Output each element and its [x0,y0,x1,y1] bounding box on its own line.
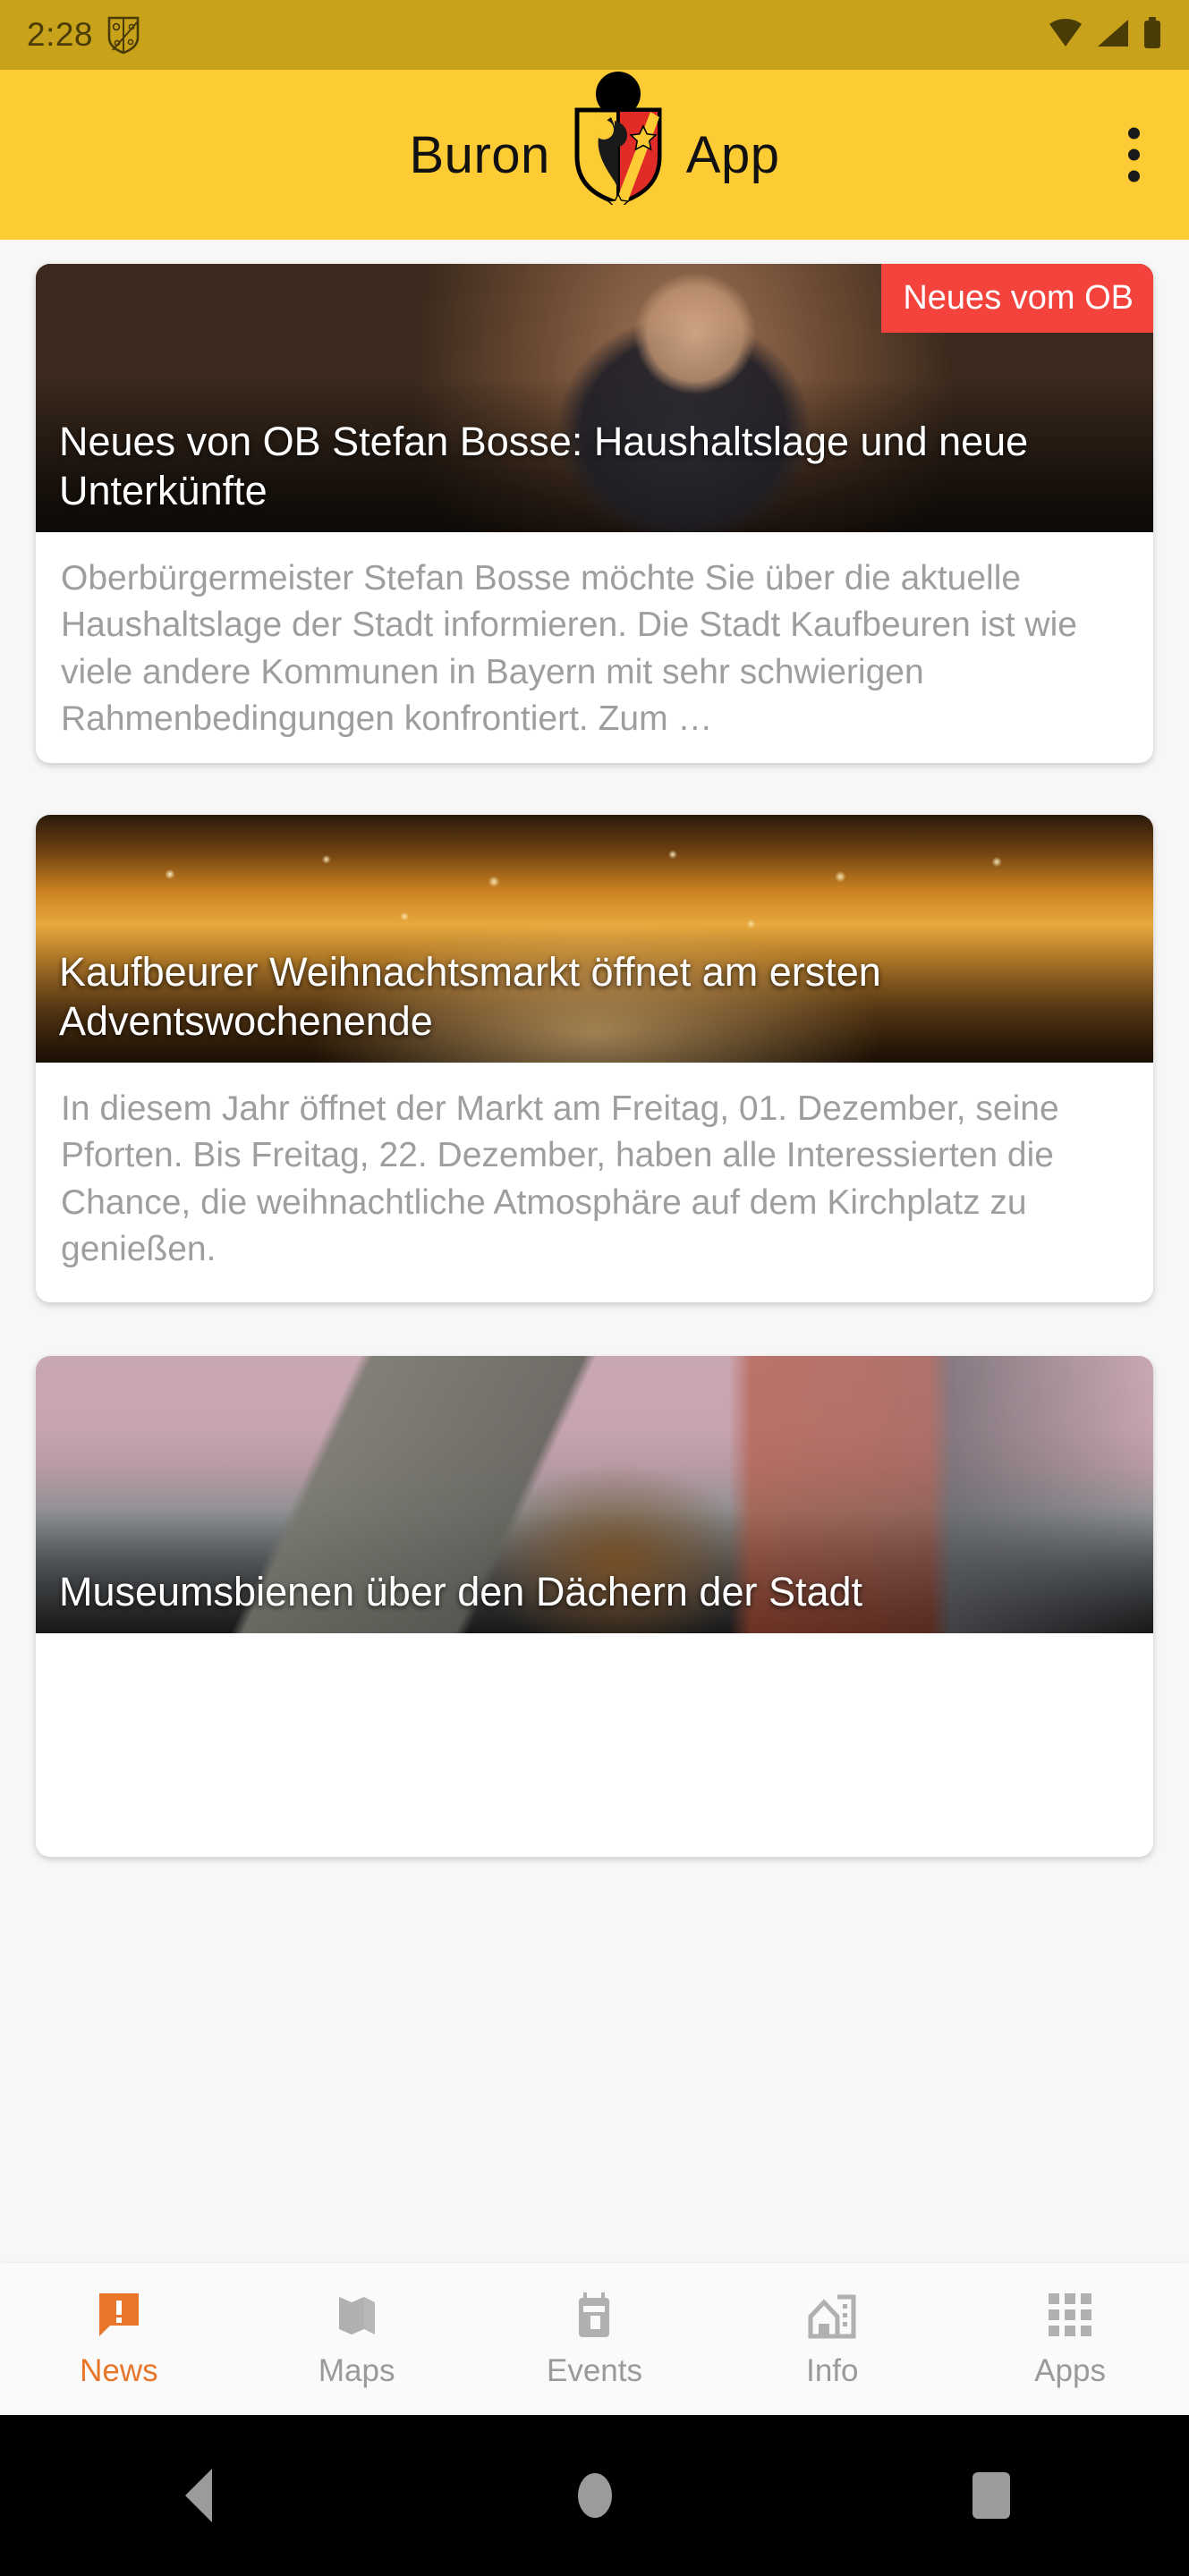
wifi-icon [1048,16,1083,55]
recents-button[interactable] [938,2472,1045,2519]
android-system-nav [0,2415,1189,2576]
status-badge: Neues vom OB [881,264,1153,333]
nav-item-apps[interactable]: Apps [951,2289,1189,2389]
app-title: Buron App [395,72,794,215]
phone-screen: 2:28 Buron App Neues vom OB Neues von OB… [0,0,1189,2576]
more-options-icon[interactable] [1125,127,1142,182]
status-bar: 2:28 [0,0,1189,70]
city-crest-icon [107,16,140,55]
news-card[interactable]: Museumsbienen über den Dächern der Stadt [36,1356,1153,1857]
map-icon [332,2289,382,2341]
app-title-right: App [685,125,780,184]
grid-apps-icon [1047,2289,1093,2341]
kaufbeuren-coat-of-arms-icon [565,71,672,215]
nav-item-info[interactable]: Info [713,2289,951,2389]
nav-label-news: News [80,2353,158,2388]
news-card[interactable]: Kaufbeurer Weihnachtsmarkt öffnet am ers… [36,815,1153,1302]
nav-item-maps[interactable]: Maps [238,2289,476,2389]
city-info-icon [807,2289,857,2341]
news-card-title: Kaufbeurer Weihnachtsmarkt öffnet am ers… [59,949,881,1045]
news-card-hero: Museumsbienen über den Dächern der Stadt [36,1356,1153,1633]
news-card-title: Neues von OB Stefan Bosse: Haushaltslage… [59,419,1029,514]
battery-icon [1142,16,1162,55]
status-bar-left: 2:28 [27,16,140,55]
app-bar: Buron App [0,70,1189,240]
nav-label-maps: Maps [318,2353,395,2388]
status-bar-right [1048,16,1162,55]
nav-label-apps: Apps [1034,2353,1106,2388]
news-card-body: In diesem Jahr öffnet der Markt am Freit… [61,1089,1059,1268]
news-alert-icon [94,2289,144,2341]
news-card-title: Museumsbienen über den Dächern der Stadt [59,1569,863,1615]
nav-label-info: Info [806,2353,859,2388]
news-feed[interactable]: Neues vom OB Neues von OB Stefan Bosse: … [0,240,1189,2263]
bottom-navigation: News Maps Events Info Apps [0,2263,1189,2415]
app-title-left: Buron [409,125,550,184]
news-card-body: Oberbürgermeister Stefan Bosse möchte Si… [61,559,1077,738]
home-button[interactable] [541,2473,649,2518]
signal-icon [1096,16,1130,55]
status-time: 2:28 [27,16,94,53]
calendar-icon [569,2289,619,2341]
nav-item-news[interactable]: News [0,2289,238,2389]
news-card-hero: Neues vom OB Neues von OB Stefan Bosse: … [36,264,1153,532]
nav-item-events[interactable]: Events [476,2289,714,2389]
back-button[interactable] [145,2469,252,2522]
nav-label-events: Events [546,2353,642,2388]
news-card-hero: Kaufbeurer Weihnachtsmarkt öffnet am ers… [36,815,1153,1063]
news-card[interactable]: Neues vom OB Neues von OB Stefan Bosse: … [36,264,1153,763]
